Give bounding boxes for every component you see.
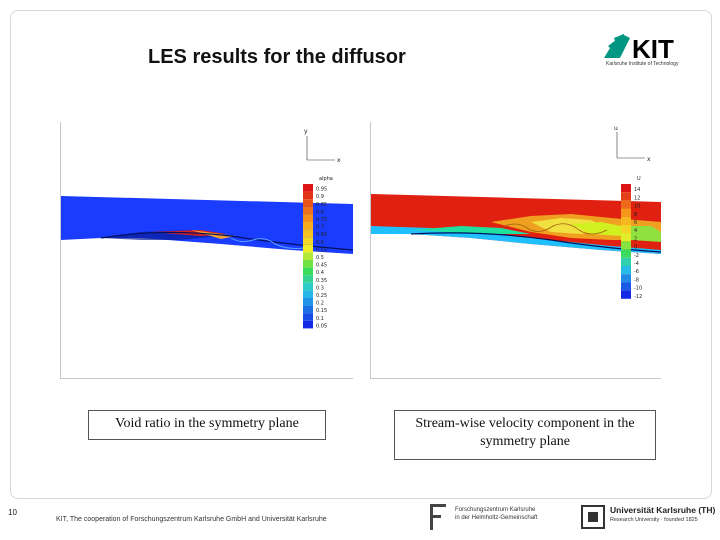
left-legend-label: 0.45 — [316, 263, 327, 269]
right-legend-label: 2 — [634, 236, 637, 242]
left-legend-label: 0.15 — [316, 308, 327, 314]
left-legend-label: 0.4 — [316, 270, 324, 276]
uka-logo-tagline: Research University · founded 1825 — [610, 517, 698, 523]
right-legend-swatch — [621, 274, 631, 283]
left-legend-label: 0.5 — [316, 255, 324, 261]
left-legend-label: 0.05 — [316, 323, 327, 329]
right-axis-y-label: u — [614, 125, 618, 132]
right-legend-label: 0 — [634, 245, 637, 251]
right-legend-label: 14 — [634, 187, 640, 193]
left-legend-swatch — [303, 244, 313, 253]
footer-text: KIT, The cooperation of Forschungszentru… — [56, 516, 327, 523]
right-legend-swatch — [621, 192, 631, 201]
uka-logo-name: Universität Karlsruhe (TH) — [610, 505, 716, 515]
right-legend-swatch — [621, 290, 631, 299]
left-legend-label: 0.2 — [316, 301, 324, 307]
left-legend-swatch — [303, 267, 313, 276]
right-legend-label: 4 — [634, 228, 637, 234]
left-legend-swatch — [303, 305, 313, 314]
left-legend-swatch — [303, 206, 313, 215]
right-legend-label: -12 — [634, 294, 642, 300]
right-legend-swatch — [621, 208, 631, 217]
right-legend-swatch — [621, 225, 631, 234]
left-legend-swatch — [303, 214, 313, 222]
left-legend-swatch — [303, 184, 313, 192]
right-legend-swatch — [621, 282, 631, 291]
velocity-plot: u x U 14 12 10 8 6 4 2 0 -2 -4 -6 -8 -10 -12 — [370, 122, 661, 379]
page-number: 10 — [8, 508, 17, 517]
right-legend-swatch — [621, 249, 631, 258]
left-legend-swatch — [303, 191, 313, 200]
right-legend-swatch — [621, 233, 631, 242]
left-legend-swatch — [303, 275, 313, 283]
right-axis-x-label: x — [647, 156, 651, 163]
fzk-logo-text: Forschungszentrum Karlsruhe in der Helmh… — [455, 507, 538, 521]
right-legend-swatch — [621, 257, 631, 266]
left-legend-label: 0.95 — [316, 187, 327, 193]
right-legend-label: -4 — [634, 261, 639, 267]
left-legend-swatch — [303, 320, 313, 329]
left-legend-label: 0.3 — [316, 285, 324, 291]
left-legend-swatch — [303, 298, 313, 306]
left-legend-swatch — [303, 290, 313, 298]
left-legend-swatch — [303, 199, 313, 207]
left-legend-label: 0.75 — [316, 217, 327, 223]
left-legend-swatch — [303, 260, 313, 268]
slide-title: LES results for the diffusor — [148, 46, 406, 68]
right-caption: Stream-wise velocity component in the sy… — [394, 410, 656, 460]
right-legend-label: 8 — [634, 212, 637, 218]
left-legend-title: alpha — [319, 176, 333, 182]
right-legend-label: -2 — [634, 253, 639, 259]
left-legend-label: 0.25 — [316, 293, 327, 299]
left-legend-label: 0.55 — [316, 247, 327, 253]
right-legend-swatch — [621, 241, 631, 250]
left-legend-label: 0.1 — [316, 316, 324, 322]
right-legend-swatch — [621, 184, 631, 193]
kit-logo-tagline: Karlsruhe Institute of Technology — [606, 61, 679, 67]
left-legend-label: 0.6 — [316, 240, 324, 246]
left-legend-label: 0.35 — [316, 278, 327, 284]
left-legend-label: 0.85 — [316, 202, 327, 208]
left-legend-label: 0.7 — [316, 225, 324, 231]
right-legend-label: -6 — [634, 269, 639, 275]
left-legend-swatch — [303, 222, 313, 230]
right-legend-swatch — [621, 266, 631, 275]
right-legend-label: 6 — [634, 220, 637, 226]
left-color-legend: 0.950.90.850.80.750.70.650.60.550.50.450… — [303, 184, 327, 329]
right-legend-swatch — [621, 216, 631, 225]
left-legend-swatch — [303, 313, 313, 321]
right-legend-label: -10 — [634, 286, 642, 292]
left-legend-label: 0.9 — [316, 194, 324, 200]
left-legend-label: 0.8 — [316, 209, 324, 215]
right-legend-label: -8 — [634, 277, 639, 283]
void-ratio-plot: y x alpha 0.95 0.9 0.85 0.8 0.75 0.7 0.65 0.6 0.… — [60, 122, 353, 379]
right-legend-label: 12 — [634, 195, 640, 201]
right-legend-title: U — [637, 176, 641, 182]
left-axis-y-label: y — [304, 128, 308, 135]
left-caption: Void ratio in the symmetry plane — [88, 410, 326, 440]
right-legend-swatch — [621, 200, 631, 209]
left-axis-x-label: x — [337, 157, 341, 164]
left-legend-swatch — [303, 282, 313, 291]
kit-logo-mark: KIT — [632, 34, 674, 64]
left-legend-label: 0.65 — [316, 232, 327, 238]
left-legend-swatch — [303, 237, 313, 245]
left-legend-swatch — [303, 229, 313, 238]
left-legend-swatch — [303, 252, 313, 260]
right-legend-label: 10 — [634, 204, 640, 210]
